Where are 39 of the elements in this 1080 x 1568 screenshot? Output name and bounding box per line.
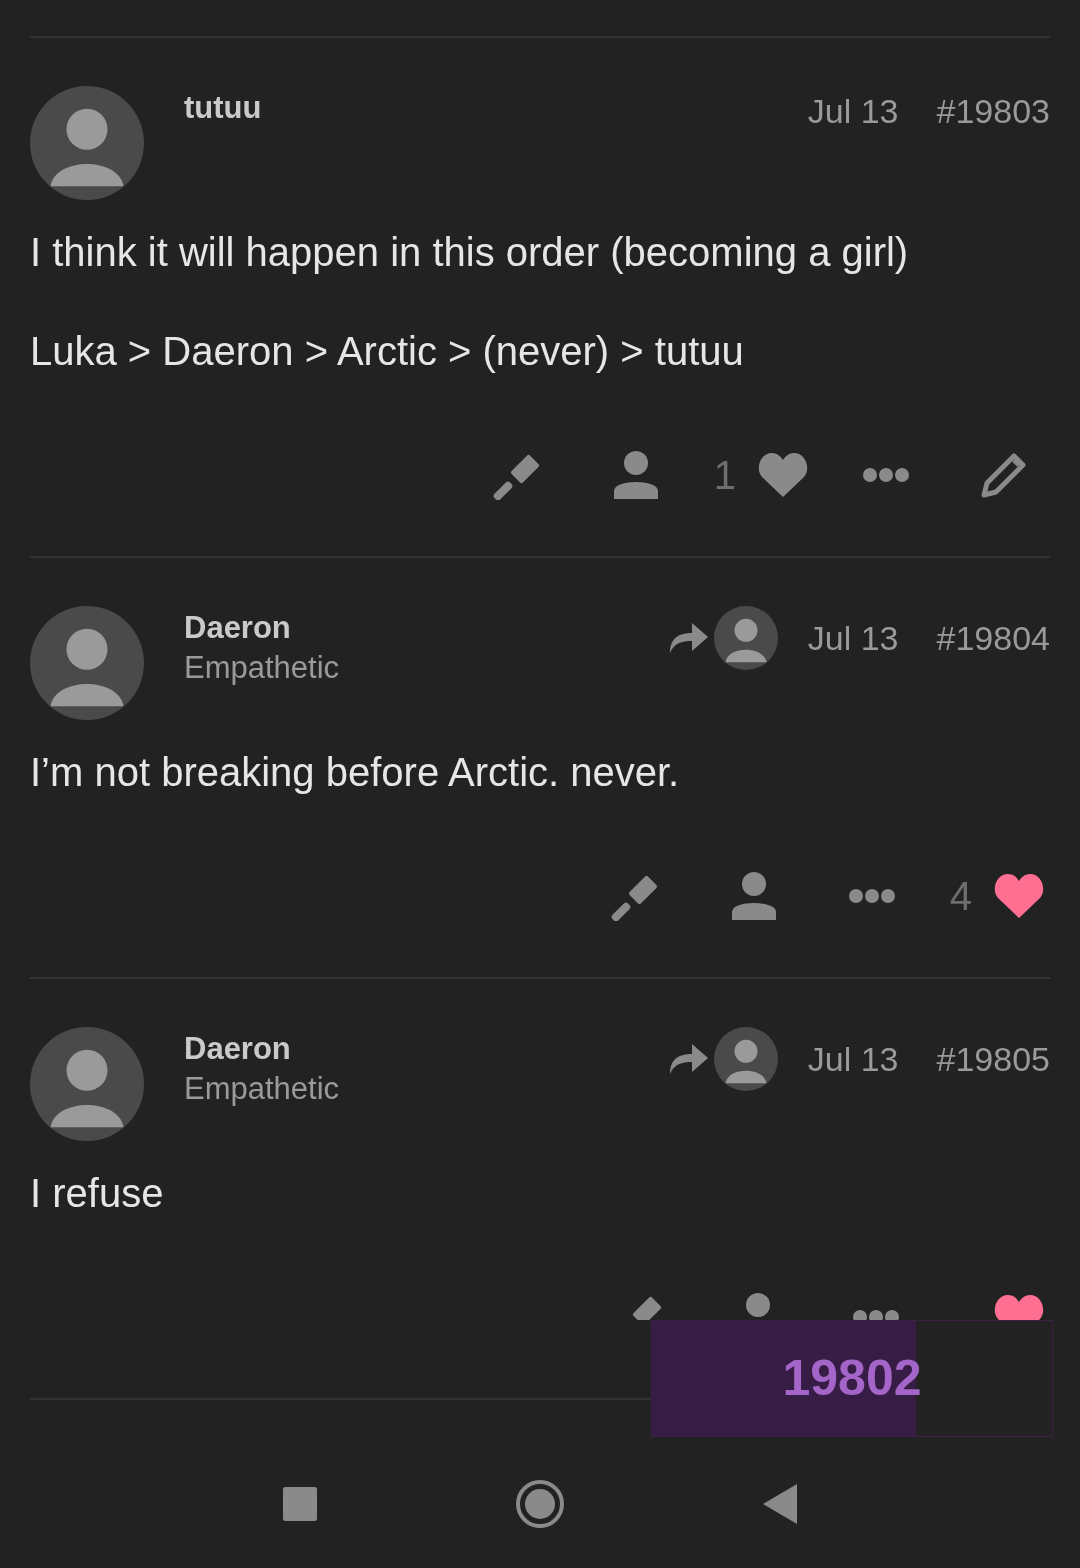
post-text: I think it will happen in this order (becoming a girl) (30, 229, 910, 276)
progress-toast[interactable]: 19802 (651, 1320, 1053, 1437)
square-icon (283, 1487, 317, 1521)
reply-to-button[interactable] (669, 1027, 778, 1091)
post-text: Luka > Daeron > Arctic > (never) > tutuu (30, 328, 745, 375)
post-number[interactable]: #19803 (936, 86, 1050, 137)
reply-to-button[interactable] (669, 606, 778, 670)
username[interactable]: tutuu (184, 88, 262, 128)
circle-icon (515, 1479, 565, 1529)
post-number[interactable]: #19804 (936, 612, 1050, 664)
pencil-icon (980, 451, 1028, 499)
like-count: 4 (949, 873, 972, 920)
post-text: I refuse (30, 1170, 165, 1217)
post-number-indicator: 19802 (782, 1349, 922, 1408)
user-title: Empathetic (184, 649, 340, 687)
post-date[interactable]: Jul 13 (807, 612, 899, 664)
share-arrow-icon (669, 1044, 708, 1074)
more-icon (853, 1310, 899, 1320)
like-button[interactable]: 1 (713, 443, 808, 507)
avatar-icon[interactable] (713, 606, 778, 670)
avatar-icon[interactable] (30, 86, 144, 200)
post-number[interactable]: #19805 (936, 1033, 1050, 1085)
avatar-icon[interactable] (713, 1027, 778, 1091)
like-count: 1 (713, 452, 736, 499)
avatar-icon[interactable] (30, 1027, 144, 1141)
post-date[interactable]: Jul 13 (807, 1033, 899, 1085)
like-button[interactable]: 4 (949, 864, 1044, 928)
share-arrow-icon (669, 623, 708, 653)
user-icon (731, 872, 776, 920)
user-icon (613, 451, 658, 499)
user-title: Empathetic (184, 1070, 340, 1108)
username[interactable]: Daeron (184, 608, 340, 648)
username[interactable]: Daeron (184, 1029, 340, 1069)
post-text: I’m not breaking before Arctic. never. (30, 749, 681, 796)
more-icon (863, 468, 909, 482)
back-triangle-icon (763, 1484, 797, 1524)
post-date[interactable]: Jul 13 (807, 86, 899, 137)
more-icon (848, 889, 895, 903)
avatar-icon[interactable] (30, 606, 144, 720)
